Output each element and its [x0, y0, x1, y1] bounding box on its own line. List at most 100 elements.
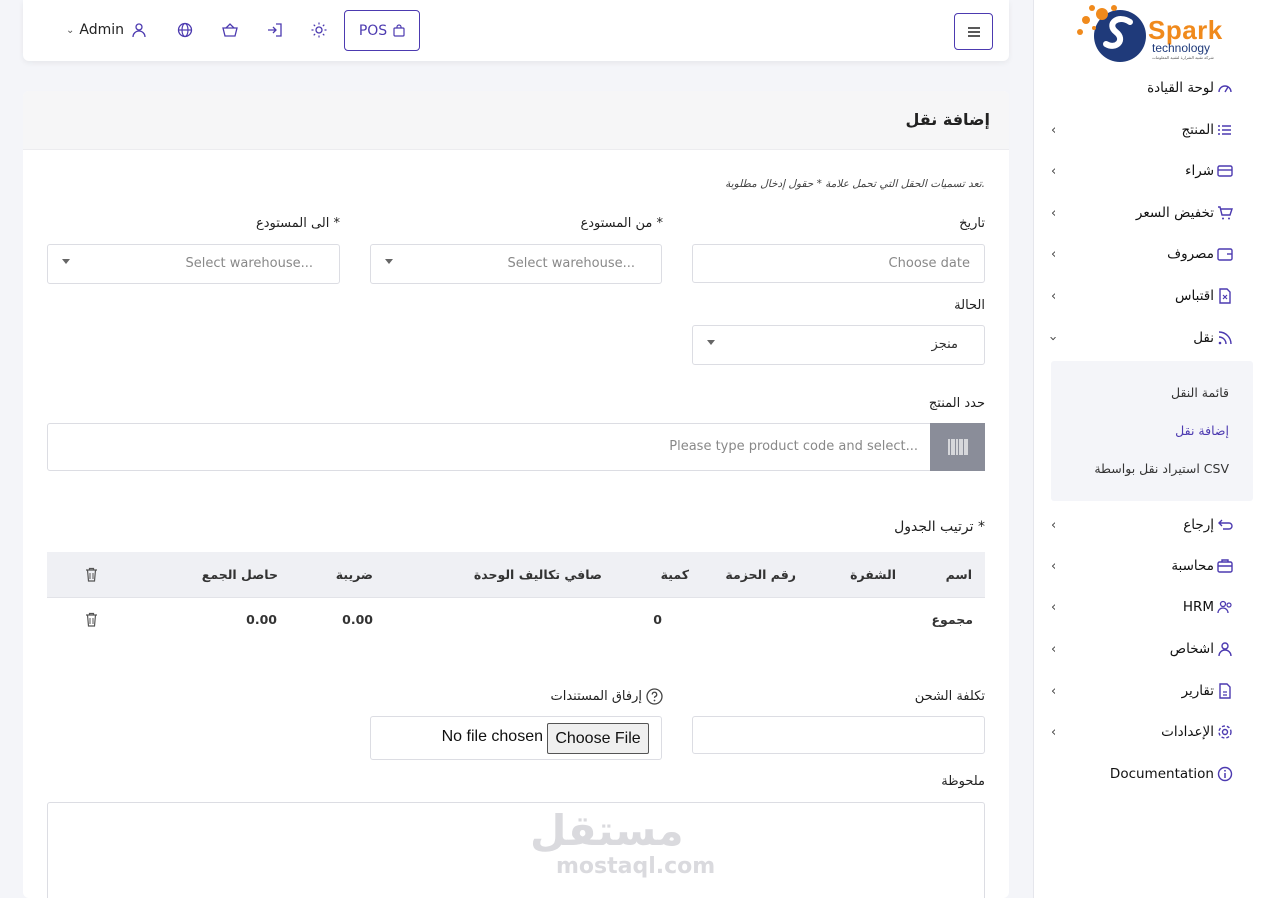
order-table-label: ترتيب الجدول * [894, 519, 985, 535]
chevron-icon: ‹ [1051, 246, 1057, 262]
sidebar-item-product[interactable]: ‹ المنتج [1034, 112, 1264, 148]
sidebar-item-label: Documentation [1109, 766, 1214, 782]
sidebar-item-reports[interactable]: ‹ تقارير [1034, 673, 1264, 709]
cart-icon [1218, 206, 1233, 220]
sidebar-item-dashboard[interactable]: لوحة القيادة [1034, 70, 1264, 106]
chevron-icon: ‹ [1051, 205, 1057, 221]
wallet-icon [1217, 248, 1233, 261]
basket-icon[interactable] [222, 22, 238, 38]
user-menu[interactable]: ⌄ Admin [66, 22, 124, 38]
note-textarea[interactable] [47, 802, 985, 898]
chevron-icon: ‹ [1051, 163, 1057, 179]
sidebar-item-label: الإعدادات [1161, 724, 1214, 740]
card-header: إضافة نقل [23, 91, 1009, 150]
submenu-item-import-csv[interactable]: استيراد نقل بواسطة CSV [1094, 461, 1229, 476]
return-icon [1218, 519, 1233, 530]
brand-sub: technology [1152, 41, 1211, 55]
column-unit-cost: صافي تكاليف الوحدة [473, 567, 602, 582]
globe-icon[interactable] [177, 22, 193, 38]
to-warehouse-label: الى المستودع * [255, 216, 340, 231]
sidebar-item-label: لوحة القيادة [1147, 80, 1214, 96]
chevron-icon: ‹ [1051, 724, 1057, 740]
shipping-cost-input[interactable] [692, 716, 985, 754]
sidebar-item-label: تخفيض السعر [1135, 205, 1214, 221]
total-qty: 0 [653, 612, 662, 627]
sidebar-item-return[interactable]: ‹ إرجاع [1034, 507, 1264, 543]
user-icon[interactable] [131, 22, 147, 38]
total-row-label: مجموع [931, 612, 973, 627]
column-code: الشفرة [850, 567, 896, 582]
sun-icon[interactable] [311, 22, 327, 38]
barcode-button[interactable] [930, 423, 985, 471]
sidebar-item-people[interactable]: ‹ اشخاص [1034, 631, 1264, 667]
spark-logo-icon [1077, 5, 1146, 62]
sidebar-item-purchase[interactable]: ‹ شراء [1034, 153, 1264, 189]
dashboard-icon [1218, 85, 1232, 93]
sidebar-item-discount[interactable]: ‹ تخفيض السعر [1034, 195, 1264, 231]
status-value: منجز [931, 337, 958, 352]
file-x-icon [1219, 288, 1231, 304]
total-tax: 0.00 [342, 612, 373, 627]
rss-icon [1218, 331, 1232, 345]
brand-logo[interactable]: Spark technology شركة تقنية الشرارة لتقن… [1072, 2, 1234, 66]
sidebar-item-accounting[interactable]: ‹ محاسبة [1034, 548, 1264, 584]
date-placeholder: Choose date [888, 256, 970, 271]
sidebar-item-label: إرجاع [1183, 517, 1214, 533]
chevron-down-icon: ‹ [1046, 335, 1062, 341]
product-search-input[interactable]: Please type product code and select... [47, 423, 985, 471]
sidebar-item-label: اشخاص [1169, 641, 1214, 657]
login-icon[interactable] [267, 22, 283, 38]
chevron-icon: ‹ [1051, 683, 1057, 699]
sidebar-item-documentation[interactable]: Documentation [1034, 756, 1264, 792]
page-title: إضافة نقل [905, 110, 990, 129]
user-name: Admin [79, 22, 125, 38]
chevron-icon: ‹ [1051, 558, 1057, 574]
grand-total: 0.00 [246, 612, 277, 627]
sidebar-item-quotation[interactable]: ‹ اقتباس [1034, 278, 1264, 314]
shopping-bag-icon [393, 24, 405, 37]
submenu-item-transfer-list[interactable]: قائمة النقل [1171, 385, 1229, 400]
trash-icon [86, 567, 97, 582]
info-icon [1217, 766, 1233, 782]
column-tax: ضريبة [335, 567, 373, 582]
transfer-submenu: قائمة النقل إضافة نقل استيراد نقل بواسطة… [1051, 361, 1253, 501]
attach-documents-text: إرفاق المستندات [550, 689, 643, 704]
pos-button[interactable]: POS [344, 10, 420, 51]
to-warehouse-select[interactable]: Select warehouse... [47, 244, 340, 284]
sidebar-item-hrm[interactable]: ‹ HRM [1034, 589, 1264, 625]
from-warehouse-select[interactable]: Select warehouse... [370, 244, 662, 284]
sidebar-item-label: نقل [1193, 330, 1214, 346]
product-label: حدد المنتج [928, 396, 985, 411]
submenu-item-add-transfer[interactable]: إضافة نقل [1175, 423, 1229, 438]
sidebar-item-transfer[interactable]: ‹ نقل [1034, 320, 1264, 356]
hamburger-icon [967, 26, 980, 37]
date-input[interactable]: Choose date [692, 244, 985, 283]
credit-card-icon [1217, 165, 1233, 177]
caret-down-icon [707, 340, 715, 345]
column-name: اسم [945, 567, 972, 582]
product-search-placeholder: Please type product code and select... [669, 439, 918, 454]
brand-name: Spark [1148, 15, 1223, 45]
sidebar-item-settings[interactable]: ‹ الإعدادات [1034, 714, 1264, 750]
attach-documents-label: إرفاق المستندات [551, 688, 664, 705]
list-icon [1218, 125, 1231, 135]
caret-down-icon [385, 259, 393, 264]
choose-file-button[interactable]: Choose File [547, 723, 649, 754]
help-circle-icon[interactable] [646, 688, 663, 705]
sidebar-item-label: اقتباس [1175, 288, 1214, 304]
sidebar-item-label: HRM [1182, 599, 1214, 615]
shipping-cost-label: تكلفة الشحن [914, 689, 985, 704]
sidebar-item-label: مصروف [1167, 246, 1214, 262]
sidebar-item-label: تقارير [1181, 683, 1214, 699]
sidebar: Spark technology شركة تقنية الشرارة لتقن… [1033, 0, 1264, 898]
status-select[interactable]: منجز [692, 325, 985, 365]
column-subtotal: حاصل الجمع [201, 567, 278, 582]
brand-tagline: شركة تقنية الشرارة لتقنية المعلومات [1152, 55, 1214, 60]
gear-icon [1218, 725, 1232, 739]
top-navbar: ⌄ Admin POS [23, 0, 1009, 61]
sidebar-toggle-button[interactable] [954, 13, 993, 50]
document-file-input[interactable]: Choose File No file chosen [370, 716, 662, 760]
sidebar-item-expense[interactable]: ‹ مصروف [1034, 236, 1264, 272]
chevron-icon: ‹ [1051, 122, 1057, 138]
status-label: الحالة [954, 298, 985, 313]
